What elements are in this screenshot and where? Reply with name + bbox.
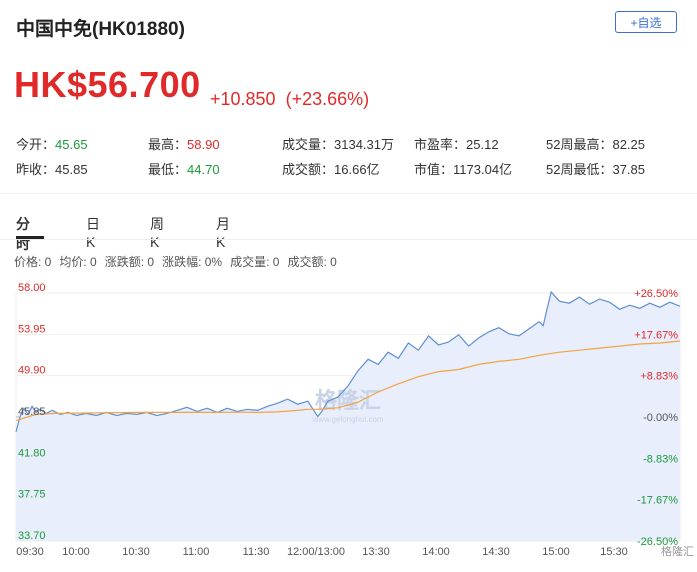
x-tick-label: 10:00 [62,546,90,558]
info-item: 成交额: 0 [287,255,336,269]
add-watchlist-button[interactable]: +自选 [615,11,677,33]
info-value: 0 [144,255,155,269]
x-tick-label: 12:00/13:00 [287,546,345,558]
info-label: 涨跌额: [104,255,145,269]
stat-item: 市值：1173.04亿 [414,159,512,178]
x-tick-label: 13:30 [362,546,390,558]
stat-value: 16.66亿 [334,162,380,177]
stat-item: 市盈率：25.12 [414,134,499,153]
info-value: 0 [86,255,97,269]
stat-item: 52周最低：37.85 [546,159,645,178]
x-tick-label: 11:00 [183,546,210,558]
stat-label: 52周最低： [546,162,613,177]
tab-weekly-k[interactable]: 周K [150,214,164,250]
y-tick-label: 33.70 [18,530,46,542]
stock-title: 中国中免(HK01880) [16,19,185,40]
current-price: HK$56.700 [14,64,201,105]
stat-label: 最低： [148,162,188,177]
watermark-url: www.gelonghui.com [311,415,383,424]
x-tick-label: 14:00 [422,546,450,558]
y-tick-label-pct: +26.50% [634,288,678,300]
stat-value: 44.70 [187,162,220,177]
info-item: 涨跌幅: 0% [162,255,222,269]
info-label: 成交量: [230,255,270,269]
y-tick-label: 45.85 [18,406,46,418]
info-label: 价格: [14,255,42,269]
y-tick-label-pct: +17.67% [634,329,678,341]
stat-item: 52周最高：82.25 [546,134,645,153]
divider [0,193,697,194]
stat-label: 昨收： [16,162,56,177]
tab-monthly-k[interactable]: 月K [216,214,230,250]
y-tick-label-pct: -0.00% [643,412,678,424]
tabs-divider [0,239,697,240]
stat-label: 52周最高： [546,137,613,152]
y-tick-label-pct: -17.67% [637,495,678,507]
corner-watermark: 格隆汇 [661,544,694,558]
info-item: 价格: 0 [14,255,51,269]
y-tick-label-pct: +8.83% [640,371,678,383]
stat-value: 45.85 [55,162,88,177]
x-tick-label: 11:30 [243,546,270,558]
info-value: 0 [41,255,52,269]
x-tick-label: 15:00 [542,546,570,558]
info-item: 均价: 0 [59,255,96,269]
stat-value: 45.65 [55,137,88,152]
x-tick-label: 14:30 [482,546,510,558]
y-tick-label: 37.75 [18,489,46,501]
y-tick-label: 53.95 [18,323,46,335]
info-value: 0 [269,255,280,269]
tab-daily-k[interactable]: 日K [86,214,100,250]
stat-label: 市值： [414,162,454,177]
stat-value: 58.90 [187,137,220,152]
stat-item: 最低：44.70 [148,159,220,178]
info-label: 成交额: [287,255,327,269]
stat-value: 37.85 [612,162,646,177]
stat-label: 市盈率： [414,137,467,152]
stat-item: 成交额：16.66亿 [282,159,380,178]
change-amount: +10.850 [210,89,276,109]
price-change: +10.850 (+23.66%) [210,89,369,110]
stat-item: 成交量：3134.31万 [282,134,394,153]
y-tick-label: 58.00 [18,282,46,294]
y-tick-label: 49.90 [18,365,46,377]
stat-value: 25.12 [466,137,499,152]
stat-value: 1173.04亿 [453,162,513,177]
tab-intraday[interactable]: 分时 [16,214,30,254]
x-tick-label: 09:30 [16,546,44,558]
change-percent: (+23.66%) [285,89,370,109]
stat-item: 昨收：45.85 [16,159,88,178]
stat-item: 今开：45.65 [16,134,88,153]
stat-label: 今开： [16,137,56,152]
info-label: 均价: [59,255,87,269]
info-item: 涨跌额: 0 [105,255,154,269]
crosshair-info-bar: 价格: 0 均价: 0 涨跌额: 0 涨跌幅: 0% 成交量: 0 成交额: 0 [14,253,345,270]
x-tick-label: 10:30 [122,546,150,558]
x-tick-label: 15:30 [600,546,628,558]
info-value: 0% [201,255,223,269]
y-tick-label-pct: -8.83% [643,453,678,465]
info-item: 成交量: 0 [230,255,279,269]
stat-label: 成交量： [282,137,335,152]
intraday-chart[interactable]: 格隆汇 www.gelonghui.com 58.00 53.95 49.90 45.85… [0,280,697,567]
stat-value: 82.25 [612,137,646,152]
stat-label: 成交额： [282,162,335,177]
stat-label: 最高： [148,137,188,152]
stat-item: 最高：58.90 [148,134,220,153]
y-tick-label: 41.80 [18,447,46,459]
info-label: 涨跌幅: [162,255,202,269]
stat-value: 3134.31万 [334,137,395,152]
info-value: 0 [326,255,337,269]
